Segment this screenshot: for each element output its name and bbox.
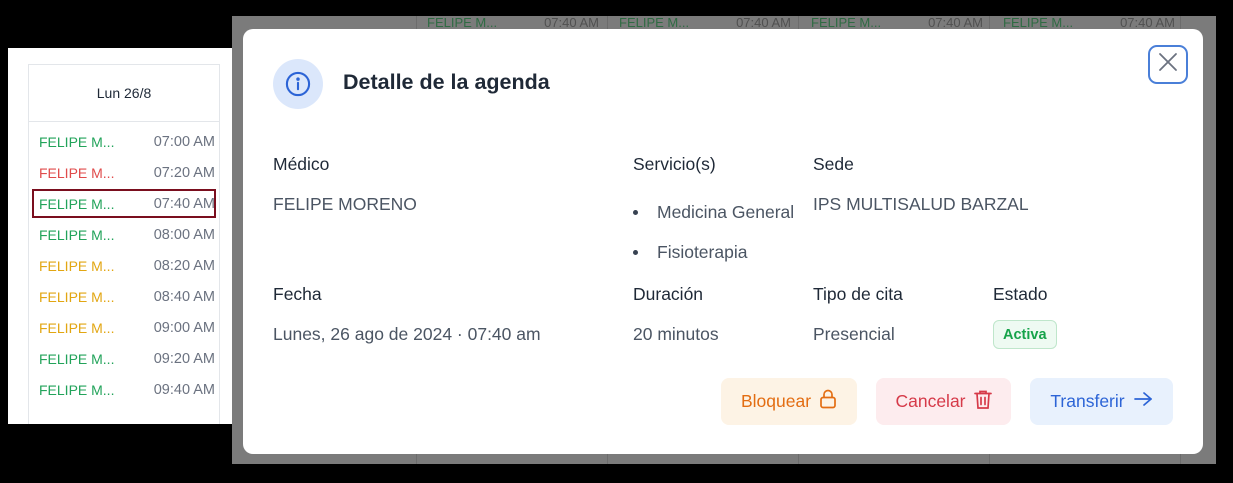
calendar-panel: Lun 26/8 FELIPE M... 07:00 AM FELIPE M... 0… — [8, 48, 232, 424]
block-button-label: Bloquear — [740, 391, 812, 411]
slot[interactable]: FELIPE M... 08:00 AM — [29, 219, 219, 250]
appointment-type-label: Tipo de cita — [813, 284, 903, 304]
status-badge: Activa — [993, 320, 1057, 349]
slot-time: 07:40 AM — [153, 195, 215, 212]
slot[interactable]: FELIPE M... 08:20 AM — [29, 250, 219, 281]
slot[interactable]: FELIPE M... 08:40 AM — [29, 281, 219, 312]
service-item: Fisioterapia — [633, 232, 794, 272]
doctor-label: Médico — [273, 154, 330, 174]
transfer-button-label: Transferir — [1050, 391, 1125, 411]
slot-doctor: FELIPE M... — [39, 288, 115, 305]
slot-doctor: FELIPE M... — [39, 350, 115, 367]
close-icon — [1157, 51, 1179, 78]
slot-doctor: FELIPE M... — [39, 226, 115, 243]
arrow-right-icon — [1133, 391, 1153, 412]
slot-time: 08:00 AM — [153, 226, 215, 243]
slot-doctor: FELIPE M... — [39, 319, 115, 336]
duration-label: Duración — [633, 284, 704, 304]
appointment-type-value: Presencial — [813, 324, 895, 344]
slot-time: 07:00 AM — [153, 133, 215, 150]
slot[interactable]: FELIPE M... 09:20 AM — [29, 343, 219, 374]
slot-time: 09:20 AM — [153, 350, 215, 367]
site-label: Sede — [813, 154, 854, 174]
slot[interactable]: FELIPE M... 09:00 AM — [29, 312, 219, 343]
slot-time: 09:00 AM — [153, 319, 215, 336]
status-label: Estado — [993, 284, 1048, 304]
trash-icon — [973, 389, 992, 415]
slot[interactable]: FELIPE M... 09:40 AM — [29, 374, 219, 405]
slot-doctor: FELIPE M... — [39, 381, 115, 398]
slot-doctor: FELIPE M... — [39, 164, 115, 181]
close-button[interactable] — [1148, 45, 1188, 84]
duration-value: 20 minutos — [633, 324, 719, 344]
services-list: Medicina General Fisioterapia — [633, 192, 794, 272]
lock-icon — [819, 389, 837, 414]
slot-time: 08:40 AM — [153, 288, 215, 305]
service-item: Medicina General — [633, 192, 794, 232]
doctor-value: FELIPE MORENO — [273, 194, 417, 214]
agenda-detail-modal: Detalle de la agenda Médico Servicio(s) … — [243, 29, 1203, 454]
slot-time: 07:20 AM — [153, 164, 215, 181]
transfer-button[interactable]: Transferir — [1030, 378, 1173, 425]
site-value: IPS MULTISALUD BARZAL — [813, 194, 1029, 214]
slot-selected[interactable]: FELIPE M... 07:40 AM — [31, 188, 217, 219]
slot[interactable]: FELIPE M... 07:20 AM — [29, 157, 219, 188]
slot-time: 09:40 AM — [153, 381, 215, 398]
slot-doctor: FELIPE M... — [39, 257, 115, 274]
slot[interactable]: FELIPE M... 07:00 AM — [29, 126, 219, 157]
date-value: Lunes, 26 ago de 2024 · 07:40 am — [273, 324, 541, 344]
cancel-button[interactable]: Cancelar — [876, 378, 1011, 425]
slot-doctor: FELIPE M... — [39, 195, 115, 212]
slot-time: 08:20 AM — [153, 257, 215, 274]
modal-title: Detalle de la agenda — [343, 70, 550, 94]
block-button[interactable]: Bloquear — [721, 378, 857, 425]
day-header: Lun 26/8 — [29, 64, 219, 122]
info-icon — [273, 59, 323, 109]
slot-doctor: FELIPE M... — [39, 133, 115, 150]
services-label: Servicio(s) — [633, 154, 716, 174]
calendar-day-column: Lun 26/8 FELIPE M... 07:00 AM FELIPE M... 0… — [28, 64, 220, 424]
date-label: Fecha — [273, 284, 322, 304]
cancel-button-label: Cancelar — [895, 391, 966, 411]
slot-list: FELIPE M... 07:00 AM FELIPE M... 07:20 AM FE… — [29, 122, 219, 405]
